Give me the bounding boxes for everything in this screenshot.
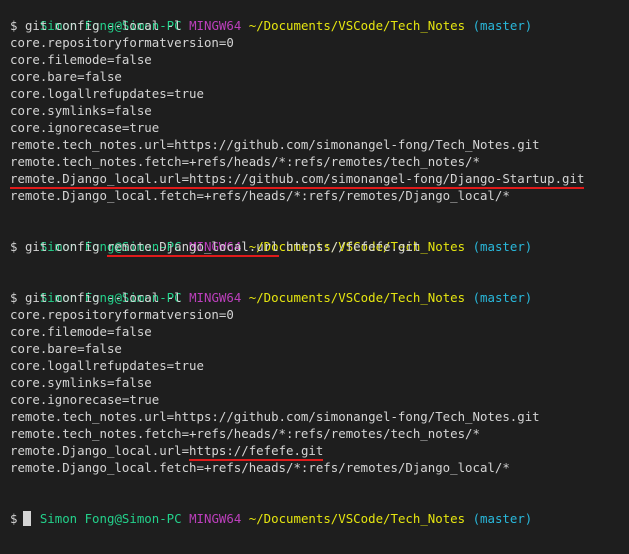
output-line: core.repositoryformatversion=0: [10, 307, 234, 322]
prompt-symbol: $: [10, 239, 18, 254]
output-line: core.repositoryformatversion=0: [10, 35, 234, 50]
output-line-highlighted: remote.Django_local.url=https://fefefe.g…: [10, 442, 629, 461]
output-line: core.bare=false: [10, 69, 122, 84]
output-line: remote.tech_notes.url=https://github.com…: [10, 409, 540, 424]
output-line-highlighted: remote.Django_local.url=https://github.c…: [10, 170, 629, 189]
changed-config-key: remote.Django_local.url=: [10, 443, 190, 458]
output-line: core.filemode=false: [10, 52, 152, 67]
command-value: https://fefefe.git: [278, 239, 421, 254]
prompt-line: Simon Fong@Simon-PC MINGW64 ~/Documents/…: [10, 0, 629, 33]
command-line: $ git config --local -l: [10, 17, 629, 34]
prompt-line: Simon Fong@Simon-PC MINGW64 ~/Documents/…: [10, 272, 629, 305]
prompt-symbol: $: [10, 290, 18, 305]
text-cursor[interactable]: [23, 511, 32, 526]
command-prefix: git config: [24, 239, 107, 254]
output-line: core.symlinks=false: [10, 375, 152, 390]
output-line: core.bare=false: [10, 341, 122, 356]
command-line: $ git config --local -l: [10, 289, 629, 306]
underlined-config-key: remote.Django_local.url: [107, 239, 279, 257]
output-line: core.ignorecase=true: [10, 120, 160, 135]
output-line: core.ignorecase=true: [10, 392, 160, 407]
prompt-symbol: $: [10, 511, 18, 526]
input-line[interactable]: $: [10, 510, 629, 527]
output-line: remote.Django_local.fetch=+refs/heads/*:…: [10, 460, 510, 475]
prompt-line: Simon Fong@Simon-PC MINGW64 ~/Documents/…: [10, 221, 629, 254]
prompt-line: Simon Fong@Simon-PC MINGW64 ~/Documents/…: [10, 493, 629, 526]
output-line: remote.tech_notes.url=https://github.com…: [10, 137, 540, 152]
output-line: core.symlinks=false: [10, 103, 152, 118]
command-text: git config --local -l: [24, 290, 182, 305]
output-line: core.logallrefupdates=true: [10, 358, 204, 373]
prompt-symbol: $: [10, 18, 18, 33]
command-line: $ git config remote.Django_local.url htt…: [10, 238, 629, 257]
output-line: core.filemode=false: [10, 324, 152, 339]
terminal-window[interactable]: Simon Fong@Simon-PC MINGW64 ~/Documents/…: [10, 0, 629, 554]
output-line: remote.tech_notes.fetch=+refs/heads/*:re…: [10, 154, 480, 169]
output-line: remote.Django_local.fetch=+refs/heads/*:…: [10, 188, 510, 203]
command-text: git config --local -l: [24, 18, 182, 33]
output-line: remote.tech_notes.fetch=+refs/heads/*:re…: [10, 426, 480, 441]
output-line: core.logallrefupdates=true: [10, 86, 204, 101]
